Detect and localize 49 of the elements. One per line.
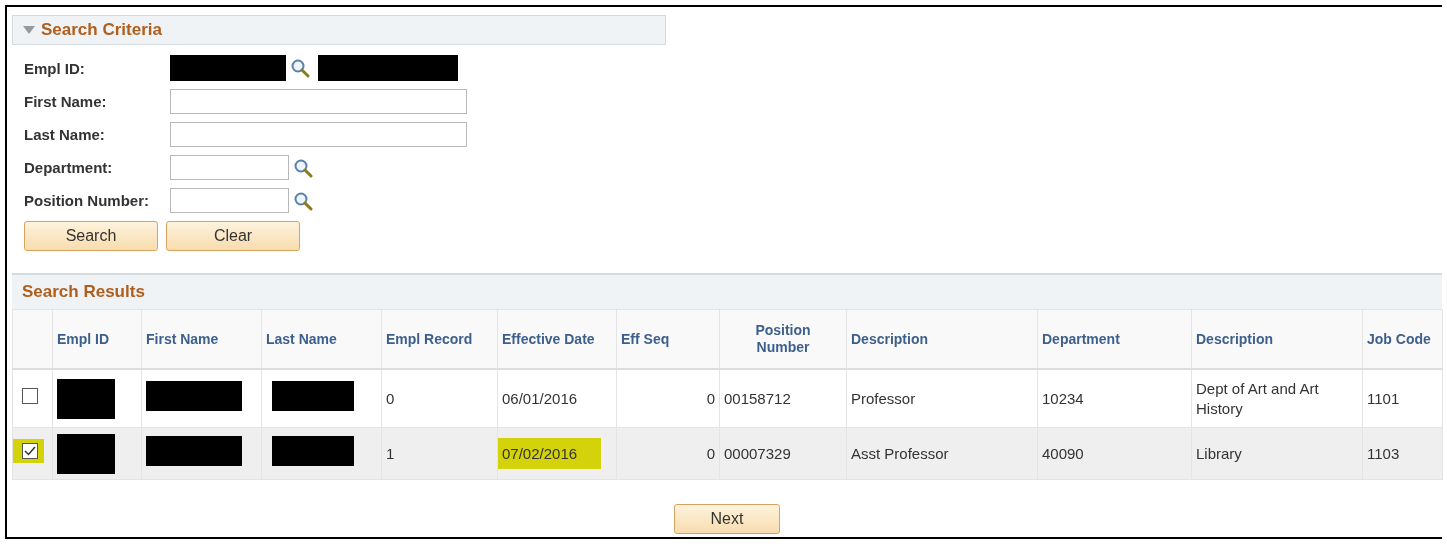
row-checkbox[interactable] — [22, 388, 38, 405]
next-button[interactable]: Next — [674, 503, 780, 534]
table-cell: 1 — [386, 444, 395, 462]
table-cell: 0 — [706, 444, 715, 462]
input-field[interactable] — [170, 188, 289, 213]
table-cell: 0 — [706, 389, 715, 407]
table-cell: 00158712 — [724, 389, 791, 407]
highlighted-date: 07/02/2016 — [498, 437, 602, 469]
column-header[interactable]: Eff Seq — [616, 309, 720, 369]
column-header[interactable]: Job Code — [1362, 309, 1443, 369]
table-cell: 0 — [386, 389, 395, 407]
field-label: Empl ID: — [24, 59, 86, 77]
search-icon[interactable] — [293, 157, 313, 178]
search-icon[interactable] — [290, 58, 310, 78]
column-header[interactable]: Empl ID — [52, 309, 142, 369]
column-header[interactable]: Description — [1191, 309, 1363, 369]
column-header[interactable]: Position Number — [719, 309, 847, 369]
column-header[interactable]: Effective Date — [497, 309, 617, 369]
section-title: Search Criteria — [41, 20, 162, 40]
input-field[interactable] — [170, 155, 289, 180]
table-cell: 1103 — [1367, 444, 1400, 462]
field-label: First Name: — [24, 93, 108, 110]
table-cell: 40090 — [1042, 444, 1084, 462]
redaction-bar — [57, 434, 115, 474]
field-label: Position Number: — [24, 192, 150, 209]
table-cell: 00007329 — [724, 444, 791, 462]
column-header[interactable]: Last Name — [261, 309, 382, 369]
section-title: Search Results — [22, 282, 145, 302]
input-field[interactable] — [170, 122, 467, 147]
column-header[interactable]: Description — [846, 309, 1038, 369]
search-icon[interactable] — [293, 190, 313, 211]
column-header[interactable]: Department — [1037, 309, 1192, 369]
table-cell: Dept of Art and Art History — [1196, 380, 1319, 417]
table-cell: 1101 — [1367, 389, 1400, 407]
field-label: Last Name: — [24, 126, 106, 143]
field-label: Department: — [24, 159, 114, 176]
column-header[interactable]: First Name — [141, 309, 262, 369]
table-cell: 10234 — [1042, 389, 1084, 407]
table-cell: 06/01/2016 — [502, 389, 578, 407]
input-field[interactable] — [170, 89, 467, 114]
table-cell: Library — [1196, 444, 1242, 462]
table-cell: Asst Professor — [851, 444, 949, 462]
redaction-bar — [57, 379, 115, 420]
row-checkbox[interactable] — [22, 443, 38, 459]
section-header[interactable]: Search Criteria — [12, 15, 666, 45]
action-button[interactable]: Search — [24, 221, 158, 251]
column-header[interactable]: Empl Record — [381, 309, 498, 369]
action-button[interactable]: Clear — [166, 221, 300, 251]
table-cell: Professor — [851, 389, 916, 407]
